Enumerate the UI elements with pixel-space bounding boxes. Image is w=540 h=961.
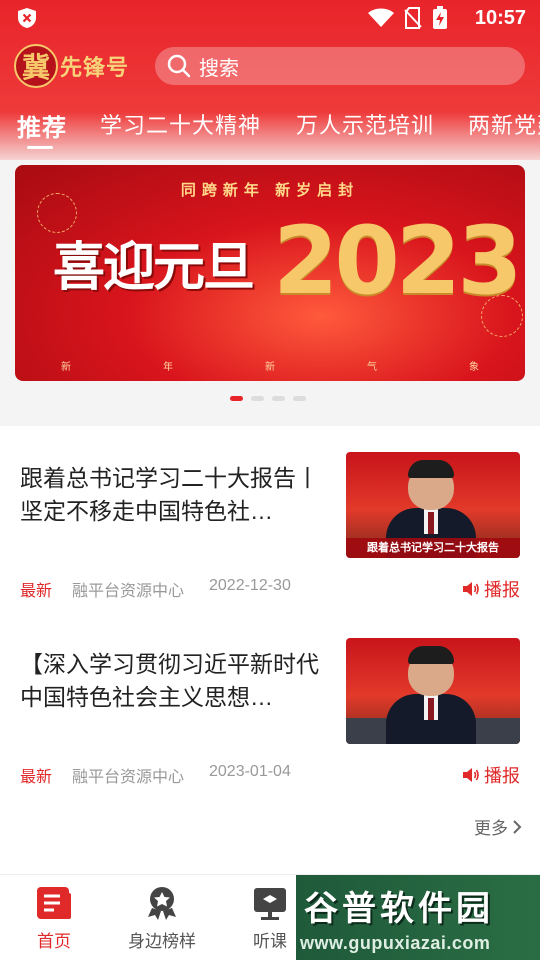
article-list: 跟着总书记学习二十大报告丨坚定不移走中国特色社… 跟着总书记学习二十大报告 最新… <box>0 426 540 874</box>
article-title[interactable]: 【深入学习贯彻习近平新时代中国特色社会主义思想… <box>20 648 330 714</box>
status-bar: 10:57 <box>0 0 540 36</box>
active-tab-indicator <box>27 146 53 149</box>
article-source: 融平台资源中心 <box>72 769 185 786</box>
watermark-url: www.gupuxiazai.com <box>300 933 491 953</box>
tab-recommend[interactable]: 推荐 <box>17 108 67 143</box>
site-watermark: 谷普软件园 www.gupuxiazai.com <box>296 875 540 960</box>
more-label: 更多 <box>474 819 508 838</box>
banner-headline: 喜迎元旦 <box>53 237 255 298</box>
carousel-dot[interactable] <box>293 396 306 401</box>
logo-text: 先锋号 <box>60 55 130 81</box>
wifi-icon <box>368 8 394 27</box>
carousel-dot[interactable] <box>272 396 285 401</box>
article-date: 2022-12-30 <box>209 577 291 594</box>
search-input[interactable]: 搜索 <box>155 47 525 85</box>
nav-home[interactable]: 首页 <box>4 885 104 952</box>
chevron-right-icon <box>513 819 522 834</box>
watermark-title: 谷普软件园 <box>304 890 494 928</box>
lecture-icon <box>254 888 286 920</box>
home-doc-icon <box>37 887 71 919</box>
carousel-dot[interactable] <box>251 396 264 401</box>
nav-role-models[interactable]: 身边榜样 <box>112 885 212 952</box>
security-shield-icon <box>18 8 36 28</box>
speaker-icon <box>463 582 479 596</box>
broadcast-label: 播报 <box>484 580 520 600</box>
banner-strip: 新 年 新 气 象 <box>15 358 525 373</box>
banner-year: 2023 <box>273 207 523 316</box>
no-sim-icon <box>404 7 422 29</box>
more-link[interactable]: 更多 <box>474 814 522 839</box>
article-title[interactable]: 跟着总书记学习二十大报告丨坚定不移走中国特色社… <box>20 462 330 528</box>
broadcast-label: 播报 <box>484 766 520 786</box>
broadcast-button[interactable]: 播报 <box>462 762 520 788</box>
banner-strip-char: 新 <box>265 362 275 373</box>
status-icons <box>368 6 448 30</box>
tab-study-20th[interactable]: 学习二十大精神 <box>100 108 261 140</box>
latest-tag: 最新 <box>20 583 53 600</box>
thumbnail-caption: 跟着总书记学习二十大报告 <box>346 538 520 558</box>
article-thumbnail[interactable]: 跟着总书记学习二十大报告 <box>346 452 520 558</box>
banner-subtitle: 同跨新年 新岁启封 <box>180 182 360 199</box>
search-placeholder: 搜索 <box>199 57 239 80</box>
article-item[interactable]: 跟着总书记学习二十大报告丨坚定不移走中国特色社… 跟着总书记学习二十大报告 最新… <box>0 452 540 612</box>
banner-strip-char: 新 <box>61 362 71 373</box>
nav-lectures-label: 听课 <box>253 932 287 951</box>
latest-tag: 最新 <box>20 769 53 786</box>
app-logo: 冀 先锋号 <box>14 42 138 90</box>
broadcast-button[interactable]: 播报 <box>462 576 520 602</box>
carousel-dot[interactable] <box>230 396 243 401</box>
speaker-icon <box>463 768 479 782</box>
category-tabs: 推荐 学习二十大精神 万人示范培训 两新党建 <box>0 104 540 154</box>
status-time: 10:57 <box>474 7 526 29</box>
badge-star-icon <box>148 887 176 920</box>
banner-strip-char: 象 <box>469 362 479 373</box>
search-icon <box>167 54 191 78</box>
promo-banner[interactable]: 同跨新年 新岁启封 喜迎元旦 2023 新 年 新 气 象 <box>15 165 525 381</box>
battery-charging-icon <box>433 6 447 29</box>
article-thumbnail[interactable] <box>346 638 520 744</box>
tab-training[interactable]: 万人示范培训 <box>296 108 434 140</box>
banner-strip-char: 年 <box>163 362 173 373</box>
article-source: 融平台资源中心 <box>72 583 185 600</box>
carousel-indicator <box>230 396 306 401</box>
article-date: 2023-01-04 <box>209 763 291 780</box>
banner-strip-char: 气 <box>367 362 377 373</box>
nav-role-models-label: 身边榜样 <box>128 932 196 951</box>
tab-party-building[interactable]: 两新党建 <box>468 108 540 140</box>
nav-home-label: 首页 <box>37 932 71 951</box>
logo-emblem: 冀 <box>14 44 58 88</box>
article-item[interactable]: 【深入学习贯彻习近平新时代中国特色社会主义思想… 最新 融平台资源中心 2023… <box>0 638 540 798</box>
